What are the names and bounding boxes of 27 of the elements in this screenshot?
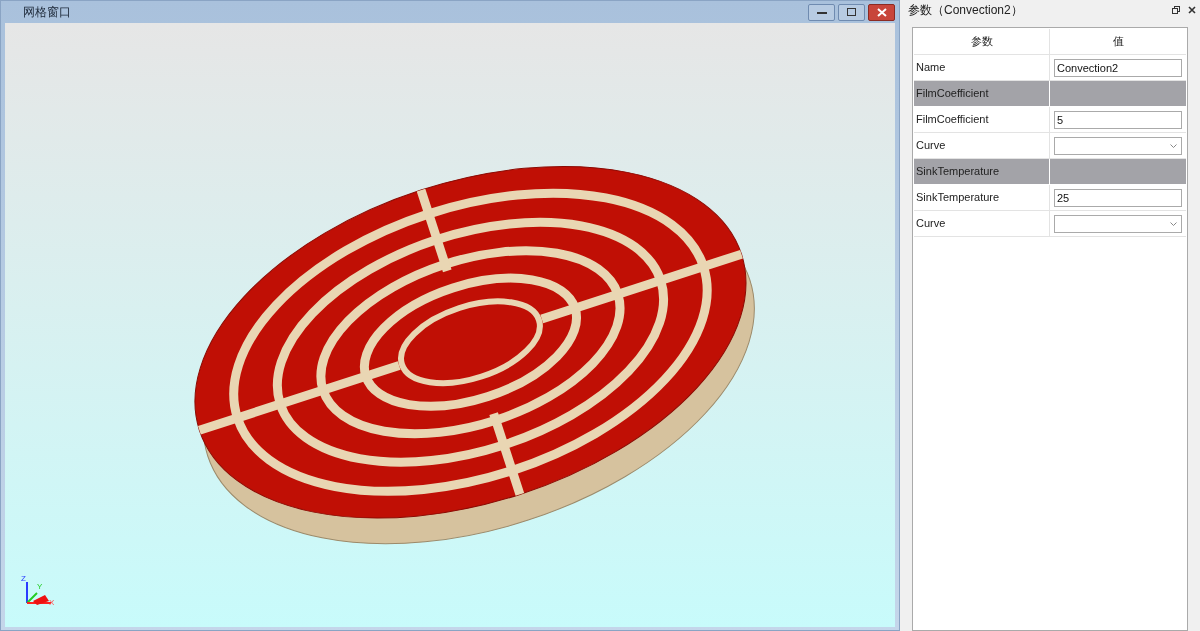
close-icon[interactable] [1188,6,1196,14]
chevron-down-icon [1170,221,1177,226]
value-field[interactable]: Convection2 [1054,58,1182,77]
group-label: FilmCoefficient [916,86,989,102]
panel-title: 参数（Convection2） [908,2,1023,19]
close-button[interactable] [868,3,895,21]
property-label: SinkTemperature [916,190,1000,206]
maximize-button[interactable] [838,3,865,21]
column-header: 参数 [914,29,1050,54]
minimize-button[interactable] [808,3,835,21]
value-field[interactable]: 25 [1054,188,1182,207]
property-label: FilmCoefficient [916,112,989,128]
property-label: Curve [916,216,946,232]
group-label: SinkTemperature [916,164,1000,180]
property-label: Name [916,60,946,76]
x-axis-label: X [49,599,55,607]
restore-icon[interactable] [1172,6,1180,14]
property-label: Curve [916,138,946,154]
close-icon [876,7,887,17]
minimize-icon [816,10,827,14]
z-axis-label: Z [21,575,26,583]
y-axis-label: Y [37,583,43,591]
value-field[interactable]: 5 [1054,110,1182,129]
maximize-icon [847,8,856,16]
column-header: 值 [1111,34,1125,50]
chevron-down-icon [1170,143,1177,148]
window-title: 网格窗口 [23,4,71,21]
